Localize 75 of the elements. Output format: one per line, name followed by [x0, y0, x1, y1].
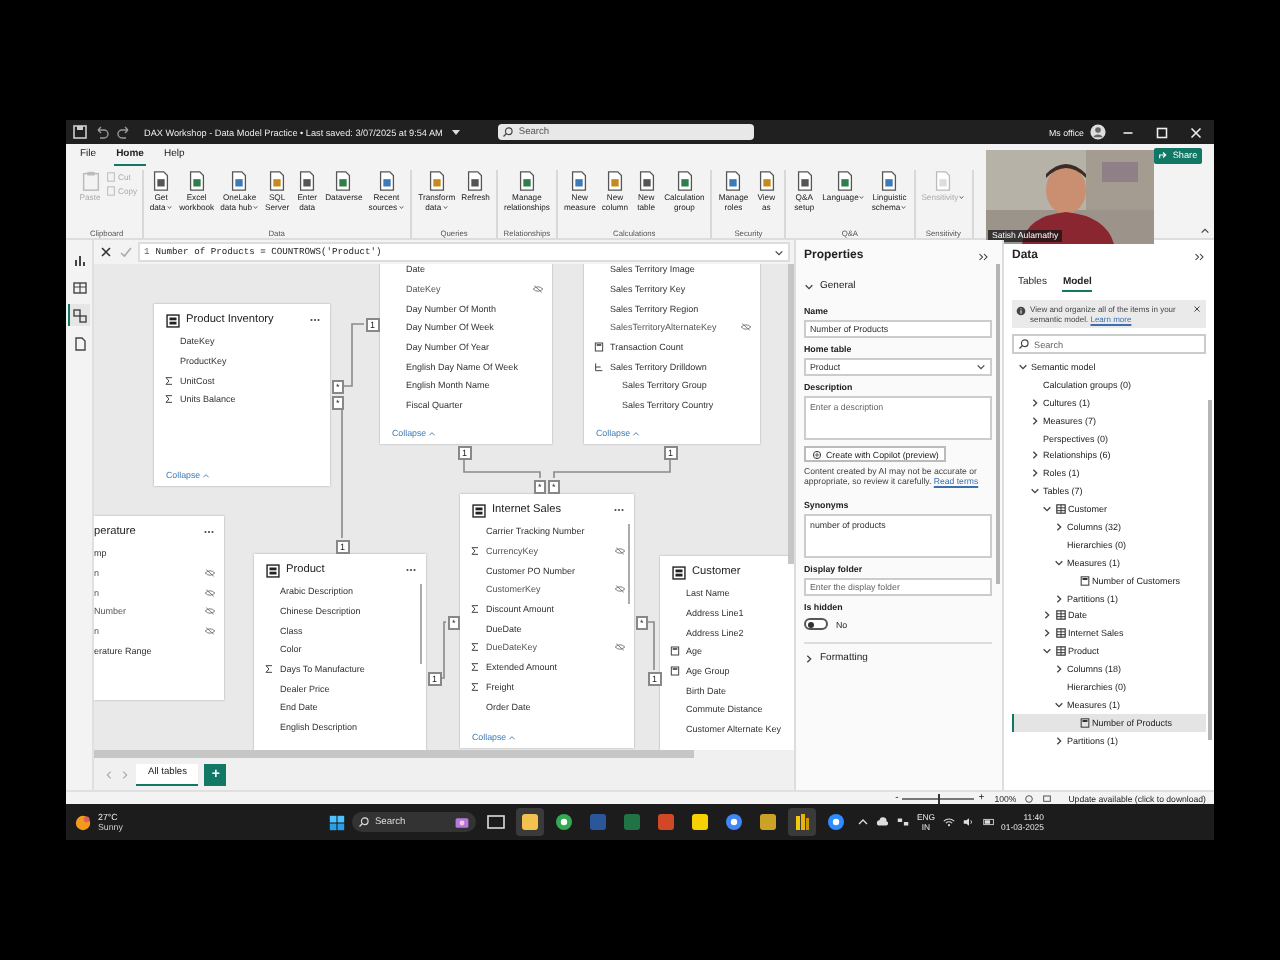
chevron-icon[interactable] — [804, 653, 814, 664]
fit-icon[interactable] — [1024, 793, 1035, 803]
hidden-icon — [614, 546, 626, 557]
table-icon — [472, 503, 486, 517]
table-icon — [1055, 628, 1065, 639]
chevron-icon — [632, 429, 641, 437]
table-icon — [1055, 610, 1065, 621]
table-icon — [672, 565, 686, 579]
chevron-icon[interactable] — [1200, 226, 1210, 236]
screen-icon[interactable] — [1042, 793, 1053, 803]
collapse-pane-icon[interactable] — [1194, 251, 1206, 261]
calculator-icon — [1079, 717, 1089, 728]
info-icon — [1016, 306, 1026, 316]
hidden-icon — [740, 322, 752, 333]
table-icon — [1055, 646, 1065, 657]
chevron-icon[interactable] — [774, 247, 784, 257]
calculator-icon — [1079, 575, 1089, 586]
cloud-icon[interactable] — [876, 816, 891, 828]
collapse-pane-icon[interactable] — [978, 251, 990, 261]
sigma-icon — [470, 546, 480, 557]
caret-icon[interactable] — [448, 124, 465, 140]
clipboard-icon — [79, 170, 101, 192]
search-icon — [358, 816, 371, 828]
scrollbar[interactable] — [1208, 400, 1212, 740]
table-icon — [1055, 504, 1065, 515]
calculator-icon — [670, 646, 680, 657]
hierarchy-icon — [594, 361, 604, 372]
calculator-icon — [670, 666, 680, 677]
hidden-icon — [614, 584, 626, 595]
chevron-icon[interactable] — [1054, 699, 1064, 710]
table-view-icon[interactable] — [68, 276, 90, 298]
model-view-icon[interactable] — [68, 304, 90, 326]
wifi-icon[interactable] — [941, 816, 956, 828]
sigma-icon — [470, 604, 480, 615]
battery-icon[interactable] — [981, 816, 996, 828]
chevron-icon — [428, 429, 437, 437]
search-icon — [502, 126, 515, 138]
hidden-icon — [204, 568, 216, 579]
chevron-icon[interactable] — [1054, 735, 1064, 746]
sigma-icon — [264, 664, 274, 675]
hidden-icon — [204, 626, 216, 637]
table-icon — [266, 563, 280, 577]
hidden-icon — [532, 284, 544, 295]
save-icon[interactable] — [72, 124, 88, 140]
avatar-icon[interactable] — [1090, 124, 1106, 140]
hidden-icon — [204, 587, 216, 598]
start-icon[interactable] — [328, 813, 347, 831]
cancel-icon[interactable] — [98, 244, 114, 260]
scrollbar[interactable] — [788, 264, 794, 564]
chevron-icon[interactable] — [1018, 361, 1028, 372]
chevron-icon — [508, 733, 517, 741]
app-icon[interactable] — [788, 808, 817, 836]
scrollbar[interactable] — [94, 750, 694, 758]
app-icon[interactable] — [516, 808, 545, 836]
speaker-icon[interactable] — [961, 816, 976, 828]
chevron-icon[interactable] — [804, 281, 814, 291]
share-icon — [1158, 150, 1169, 160]
hidden-icon — [204, 606, 216, 617]
redo-icon[interactable] — [116, 124, 132, 140]
toggle-switch[interactable] — [804, 618, 828, 631]
network-icon[interactable] — [896, 816, 911, 828]
sparkle-icon — [812, 449, 822, 459]
weather-icon[interactable] — [74, 813, 92, 831]
calculator-icon — [594, 342, 604, 353]
table-icon — [166, 313, 180, 327]
chevron-icon — [202, 471, 211, 479]
close-icon[interactable] — [1192, 304, 1202, 314]
hidden-icon — [614, 642, 626, 653]
chevron-icon[interactable] — [1054, 557, 1064, 568]
search-icon — [1018, 338, 1030, 350]
undo-icon[interactable] — [94, 124, 110, 140]
scrollbar[interactable] — [996, 264, 1000, 584]
relationship-line[interactable] — [439, 621, 447, 679]
chevron-icon — [976, 362, 986, 372]
relationship-line[interactable] — [647, 621, 655, 671]
